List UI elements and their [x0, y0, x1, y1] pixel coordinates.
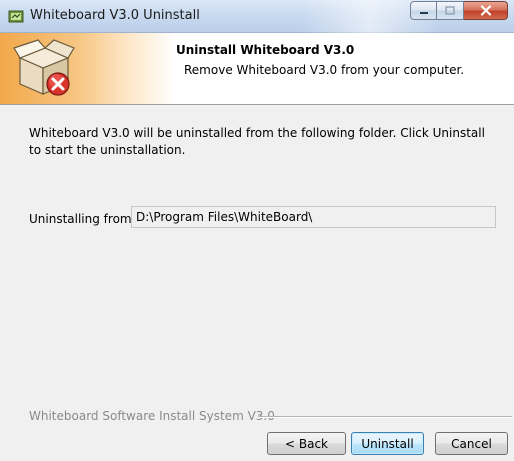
minimize-icon — [419, 11, 428, 14]
close-button[interactable] — [464, 1, 508, 20]
header-subtitle: Remove Whiteboard V3.0 from your compute… — [184, 63, 465, 77]
back-button[interactable]: < Back — [267, 432, 346, 455]
maximize-button[interactable] — [437, 1, 464, 20]
minimize-button[interactable] — [410, 1, 437, 20]
maximize-icon — [445, 6, 455, 15]
installer-branding: Whiteboard Software Install System V3.0 — [29, 409, 275, 423]
intro-text: Whiteboard V3.0 will be uninstalled from… — [29, 126, 485, 157]
uninstall-path-field[interactable]: D:\Program Files\WhiteBoard\ — [131, 206, 496, 228]
branding-divider — [258, 416, 512, 418]
uninstall-box-icon — [13, 39, 75, 96]
wizard-header: Uninstall Whiteboard V3.0 Remove Whitebo… — [0, 33, 514, 105]
window-title: Whiteboard V3.0 Uninstall — [30, 8, 200, 23]
uninstall-from-label: Uninstalling from: — [29, 212, 136, 226]
app-icon[interactable] — [8, 8, 24, 24]
title-bar[interactable]: Whiteboard V3.0 Uninstall — [0, 0, 514, 33]
header-banner — [0, 33, 175, 104]
cancel-button[interactable]: Cancel — [435, 432, 508, 455]
uninstall-button[interactable]: Uninstall — [351, 432, 424, 455]
close-icon — [480, 5, 491, 16]
header-title: Uninstall Whiteboard V3.0 — [176, 43, 355, 57]
caption-buttons — [410, 1, 508, 21]
